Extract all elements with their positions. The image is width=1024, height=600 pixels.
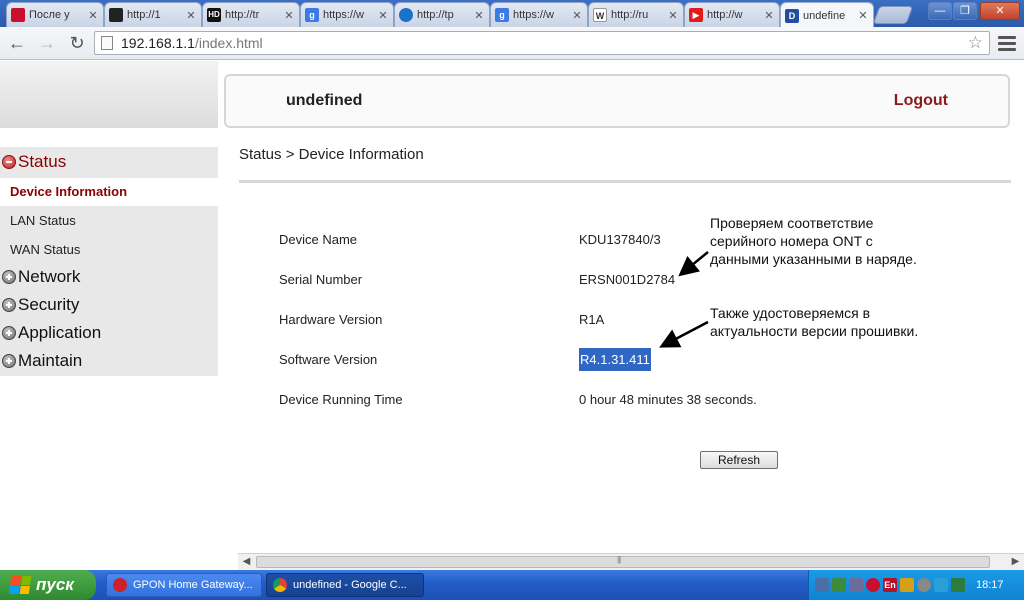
scroll-right-icon[interactable]: ▶ [1007,554,1024,570]
network-icon[interactable] [815,578,829,592]
wireless-icon[interactable] [934,578,948,592]
opera-tray-icon[interactable] [866,578,880,592]
network-warning-icon[interactable] [849,578,863,592]
menu-group-status-label[interactable]: Status [0,148,66,176]
chrome-icon [273,578,287,592]
settings-icon[interactable] [917,578,931,592]
start-label: пуск [36,575,74,594]
download-icon[interactable] [832,578,846,592]
menu-group-label: Status [18,152,67,171]
opera-icon [113,578,127,592]
taskbar: пуск GPON Home Gateway... undefined - Go… [0,570,1024,600]
arrow-to-serial-icon [678,251,709,277]
annotation-arrows [659,251,709,348]
clock: 18:17 [976,579,1004,591]
scroll-thumb[interactable] [256,555,990,568]
horizontal-scrollbar[interactable]: ◀ ▶ [238,553,1024,570]
windows-flag-icon [8,576,32,594]
taskbar-item-chrome[interactable]: undefined - Google C... [266,573,424,597]
tools-icon[interactable] [900,578,914,592]
scroll-left-icon[interactable]: ◀ [238,554,255,570]
taskbar-item-gpon[interactable]: GPON Home Gateway... [106,573,262,597]
system-tray: En 18:17 [808,570,1024,600]
refresh-button[interactable]: Refresh [700,451,778,469]
arrow-to-firmware-icon [659,320,709,348]
language-indicator[interactable]: En [883,578,897,592]
collapse-icon [2,155,16,169]
taskbar-item-label: GPON Home Gateway... [133,579,253,591]
taskbar-item-label: undefined - Google C... [293,579,407,591]
start-button[interactable]: пуск [0,570,96,600]
display-icon[interactable] [951,578,965,592]
